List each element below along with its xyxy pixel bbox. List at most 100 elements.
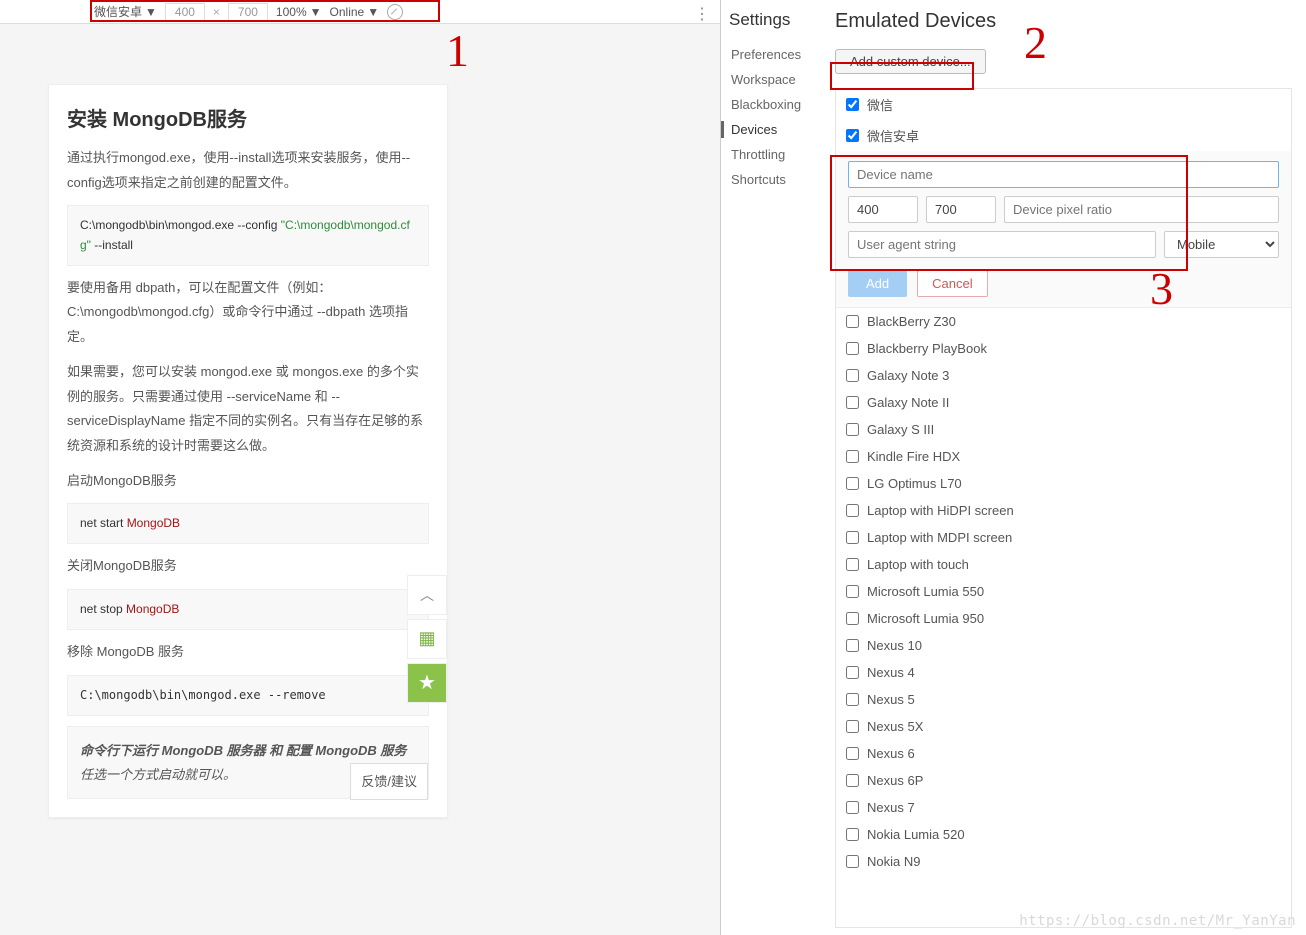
paragraph: 关闭MongoDB服务 xyxy=(67,554,429,579)
device-selector[interactable]: 微信安卓 ▼ xyxy=(94,3,157,20)
kebab-menu-icon[interactable]: ⋮ xyxy=(694,4,710,24)
nav-item-throttling[interactable]: Throttling xyxy=(729,142,813,167)
add-button[interactable]: Add xyxy=(848,270,907,297)
device-item[interactable]: Laptop with MDPI screen xyxy=(836,524,1291,551)
device-item[interactable]: Nexus 6P xyxy=(836,767,1291,794)
add-custom-device-button[interactable]: Add custom device... xyxy=(835,49,986,74)
device-item[interactable]: Nexus 7 xyxy=(836,794,1291,821)
chevron-down-icon: ▼ xyxy=(145,5,157,19)
device-item[interactable]: Galaxy Note II xyxy=(836,389,1291,416)
favorite-button[interactable]: ★ xyxy=(407,663,447,703)
cancel-button[interactable]: Cancel xyxy=(917,270,987,297)
device-checkbox[interactable] xyxy=(846,828,859,841)
device-item[interactable]: Nexus 4 xyxy=(836,659,1291,686)
device-checkbox[interactable] xyxy=(846,585,859,598)
device-item[interactable]: Nexus 6 xyxy=(836,740,1291,767)
nav-item-preferences[interactable]: Preferences xyxy=(729,42,813,67)
zoom-selector[interactable]: 100% ▼ xyxy=(276,5,322,19)
device-list[interactable]: 微信微信安卓 Mobile Add Cancel xyxy=(835,88,1292,928)
device-checkbox[interactable] xyxy=(846,558,859,571)
qrcode-button[interactable]: ▦ xyxy=(407,619,447,659)
device-item[interactable]: Laptop with touch xyxy=(836,551,1291,578)
device-label: Nexus 6P xyxy=(867,773,923,788)
device-item[interactable]: Microsoft Lumia 550 xyxy=(836,578,1291,605)
width-input[interactable] xyxy=(165,3,205,21)
device-label: Nexus 5X xyxy=(867,719,923,734)
chevron-down-icon: ▼ xyxy=(367,5,379,19)
device-item[interactable]: 微信 xyxy=(836,89,1291,120)
device-checkbox[interactable] xyxy=(846,855,859,868)
device-checkbox[interactable] xyxy=(846,531,859,544)
device-item[interactable]: Microsoft Lumia 950 xyxy=(836,605,1291,632)
device-checkbox[interactable] xyxy=(846,477,859,490)
device-item[interactable]: Kindle Fire HDX xyxy=(836,443,1291,470)
device-label: Microsoft Lumia 950 xyxy=(867,611,984,626)
floating-buttons: ︿ ▦ ★ xyxy=(407,575,447,707)
paragraph: 移除 MongoDB 服务 xyxy=(67,640,429,665)
throttling-selector[interactable]: Online ▼ xyxy=(330,5,380,19)
device-item[interactable]: Nexus 10 xyxy=(836,632,1291,659)
device-label: Nexus 10 xyxy=(867,638,922,653)
device-item[interactable]: Nexus 5X xyxy=(836,713,1291,740)
device-checkbox[interactable] xyxy=(846,639,859,652)
devtools-settings-panel: Settings PreferencesWorkspaceBlackboxing… xyxy=(720,0,1306,935)
device-checkbox[interactable] xyxy=(846,369,859,382)
nav-item-devices[interactable]: Devices xyxy=(729,117,813,142)
annotation-number-2: 2 xyxy=(1024,16,1047,69)
feedback-button[interactable]: 反馈/建议 xyxy=(350,763,428,800)
device-label: LG Optimus L70 xyxy=(867,476,962,491)
device-checkbox[interactable] xyxy=(846,612,859,625)
device-width-input[interactable] xyxy=(848,196,918,223)
device-type-select[interactable]: Mobile xyxy=(1164,231,1279,258)
device-checkbox[interactable] xyxy=(846,693,859,706)
device-name-input[interactable] xyxy=(848,161,1279,188)
device-pixel-ratio-input[interactable] xyxy=(1004,196,1279,223)
device-checkbox[interactable] xyxy=(846,774,859,787)
device-item[interactable]: 微信安卓 xyxy=(836,120,1291,151)
height-input[interactable] xyxy=(228,3,268,21)
device-label: Nexus 7 xyxy=(867,800,915,815)
paragraph: 要使用备用 dbpath，可以在配置文件（例如：C:\mongodb\mongo… xyxy=(67,276,429,350)
rotate-icon[interactable] xyxy=(387,4,403,20)
scroll-top-button[interactable]: ︿ xyxy=(407,575,447,615)
mobile-page: 安装 MongoDB服务 通过执行mongod.exe，使用--install选… xyxy=(48,84,448,818)
device-toolbar: 微信安卓 ▼ × 100% ▼ Online ▼ xyxy=(0,0,720,24)
device-checkbox[interactable] xyxy=(846,504,859,517)
device-checkbox[interactable] xyxy=(846,720,859,733)
emulated-devices-heading: Emulated Devices xyxy=(835,10,1292,33)
device-item[interactable]: LG Optimus L70 xyxy=(836,470,1291,497)
settings-main: Emulated Devices Add custom device... 微信… xyxy=(821,0,1306,935)
note-box: 命令行下运行 MongoDB 服务器 和 配置 MongoDB 服务 任选一个方… xyxy=(67,726,429,799)
device-item[interactable]: Galaxy S III xyxy=(836,416,1291,443)
device-label: Laptop with touch xyxy=(867,557,969,572)
device-checkbox[interactable] xyxy=(846,747,859,760)
device-label: Laptop with MDPI screen xyxy=(867,530,1012,545)
nav-item-shortcuts[interactable]: Shortcuts xyxy=(729,167,813,192)
nav-item-blackboxing[interactable]: Blackboxing xyxy=(729,92,813,117)
device-item[interactable]: Nokia Lumia 520 xyxy=(836,821,1291,848)
device-height-input[interactable] xyxy=(926,196,996,223)
user-agent-input[interactable] xyxy=(848,231,1156,258)
nav-item-workspace[interactable]: Workspace xyxy=(729,67,813,92)
device-label: Blackberry PlayBook xyxy=(867,341,987,356)
device-checkbox[interactable] xyxy=(846,342,859,355)
code-block: C:\mongodb\bin\mongod.exe --remove xyxy=(67,675,429,716)
device-checkbox[interactable] xyxy=(846,450,859,463)
device-item[interactable]: Galaxy Note 3 xyxy=(836,362,1291,389)
device-checkbox[interactable] xyxy=(846,396,859,409)
device-checkbox[interactable] xyxy=(846,423,859,436)
device-label: 微信安卓 xyxy=(867,126,919,145)
article-title: 安装 MongoDB服务 xyxy=(67,103,429,132)
device-checkbox[interactable] xyxy=(846,315,859,328)
device-checkbox[interactable] xyxy=(846,666,859,679)
device-checkbox[interactable] xyxy=(846,129,859,142)
device-item[interactable]: Nokia N9 xyxy=(836,848,1291,875)
device-item[interactable]: Nexus 5 xyxy=(836,686,1291,713)
device-checkbox[interactable] xyxy=(846,801,859,814)
device-item[interactable]: BlackBerry Z30 xyxy=(836,308,1291,335)
device-checkbox[interactable] xyxy=(846,98,859,111)
device-item[interactable]: Laptop with HiDPI screen xyxy=(836,497,1291,524)
device-label: Nexus 5 xyxy=(867,692,915,707)
device-item[interactable]: Blackberry PlayBook xyxy=(836,335,1291,362)
device-label: Nokia Lumia 520 xyxy=(867,827,965,842)
